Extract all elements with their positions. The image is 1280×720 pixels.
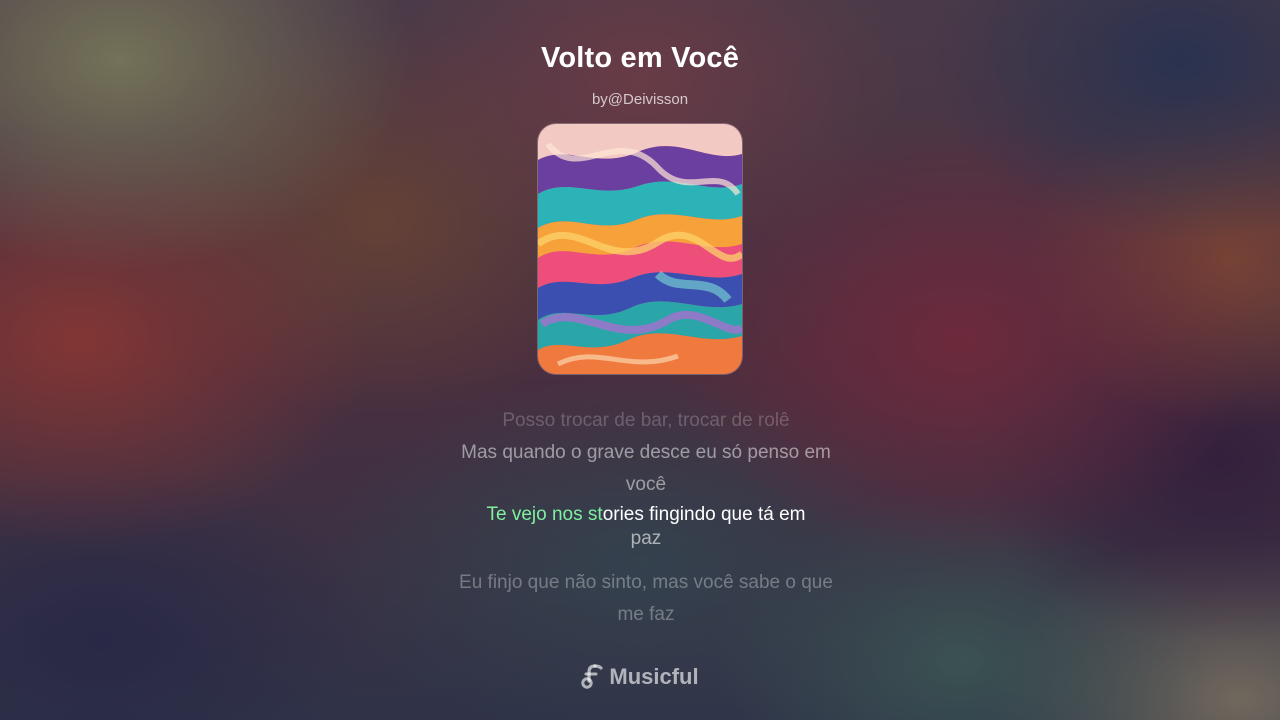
album-cover (538, 124, 742, 374)
lyric-line: Eu finjo que não sinto, mas você sabe o … (459, 572, 833, 625)
abstract-swirl-artwork (538, 124, 742, 374)
music-note-icon (581, 664, 603, 690)
lyric-line-tail: paz (630, 528, 662, 549)
brand-watermark: Musicful (0, 664, 1280, 690)
sung-lyric-portion: Te vejo nos st (486, 504, 603, 525)
lyrics-panel: Posso trocar de bar, trocar de rolê Mas … (446, 405, 846, 631)
lyric-line: Posso trocar de bar, trocar de rolê (502, 410, 790, 431)
karaoke-player: Volto em Você by@Deivisson Posso trocar … (0, 0, 1280, 720)
lyric-line: Mas quando o grave desce eu só penso em … (461, 442, 831, 495)
player-content: Volto em Você by@Deivisson Posso trocar … (0, 0, 1280, 720)
unsung-lyric-portion: ories fingindo que tá em (602, 504, 806, 525)
current-lyric-line: Te vejo nos stories fingindo que tá em pa… (446, 503, 846, 551)
song-author: by@Deivisson (591, 91, 689, 108)
brand-name: Musicful (609, 664, 699, 689)
song-title: Volto em Você (540, 42, 740, 74)
